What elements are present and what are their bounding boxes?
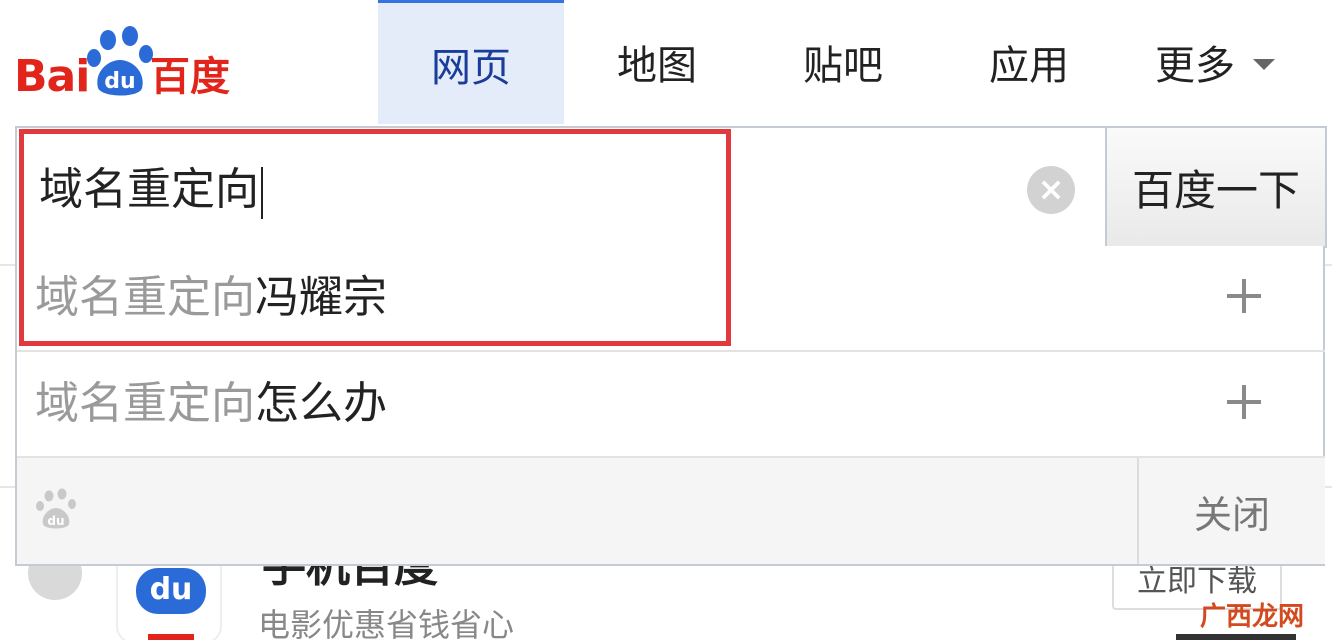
suggestion-query: 域名重定向 [35, 378, 255, 429]
nav-tab-label: 地图 [617, 43, 697, 89]
baidu-logo[interactable]: Bai du 百度 [10, 22, 240, 102]
top-nav: 网页 地图 贴吧 应用 更多 [378, 0, 1308, 124]
page: Bai du 百度 网页 地图 贴吧 应用 更多 ^ du 手机百度 电影优惠省… [0, 0, 1332, 640]
nav-tab-label: 应用 [989, 43, 1069, 89]
suggestion-completion: 怎么办 [255, 378, 387, 429]
search-box: 域名重定向 × 百度一下 [15, 126, 1327, 248]
search-input[interactable]: 域名重定向 [39, 162, 263, 219]
nav-tab-tieba[interactable]: 贴吧 [750, 0, 936, 124]
baidu-paw-icon: du [36, 488, 76, 529]
plus-icon[interactable] [1227, 380, 1271, 424]
app-subtitle: 电影优惠省钱省心 [258, 606, 515, 640]
suggestion-item[interactable]: 域名重定向怎么办 [17, 352, 1325, 458]
suggestion-text: 域名重定向怎么办 [35, 376, 387, 432]
suggestion-item[interactable]: 域名重定向冯耀宗 [17, 246, 1325, 352]
nav-tab-apps[interactable]: 应用 [936, 0, 1122, 124]
app-icon-stripe [148, 634, 194, 640]
suggestion-query: 域名重定向 [35, 272, 255, 323]
close-suggestions-button[interactable]: 关闭 [1137, 458, 1325, 564]
watermark-bar [1176, 634, 1296, 640]
dropdown-footer: du 关闭 [17, 458, 1325, 564]
suggestion-dropdown: 域名重定向冯耀宗 域名重定向怎么办 du 关闭 [15, 246, 1325, 566]
text-cursor [261, 166, 263, 219]
suggestion-completion: 冯耀宗 [255, 272, 387, 323]
svg-text:du: du [47, 514, 64, 528]
search-submit-button[interactable]: 百度一下 [1105, 126, 1327, 248]
logo-latin-text: Bai [14, 51, 90, 102]
watermark-text: 广西龙网 [1200, 602, 1305, 632]
suggestion-text: 域名重定向冯耀宗 [35, 270, 387, 326]
svg-text:du: du [104, 69, 135, 94]
nav-tab-label: 贴吧 [803, 43, 883, 89]
chevron-down-icon [1253, 58, 1275, 70]
nav-tab-web[interactable]: 网页 [378, 0, 564, 124]
clear-icon[interactable]: × [1027, 166, 1075, 214]
nav-tab-more[interactable]: 更多 [1122, 0, 1308, 124]
search-input-value: 域名重定向 [39, 164, 259, 215]
plus-icon[interactable] [1227, 274, 1271, 318]
nav-tab-map[interactable]: 地图 [564, 0, 750, 124]
app-icon-text: du [136, 568, 206, 614]
nav-tab-label: 网页 [431, 44, 511, 91]
logo-chinese-text: 百度 [150, 54, 230, 100]
nav-tab-label: 更多 [1155, 43, 1235, 89]
